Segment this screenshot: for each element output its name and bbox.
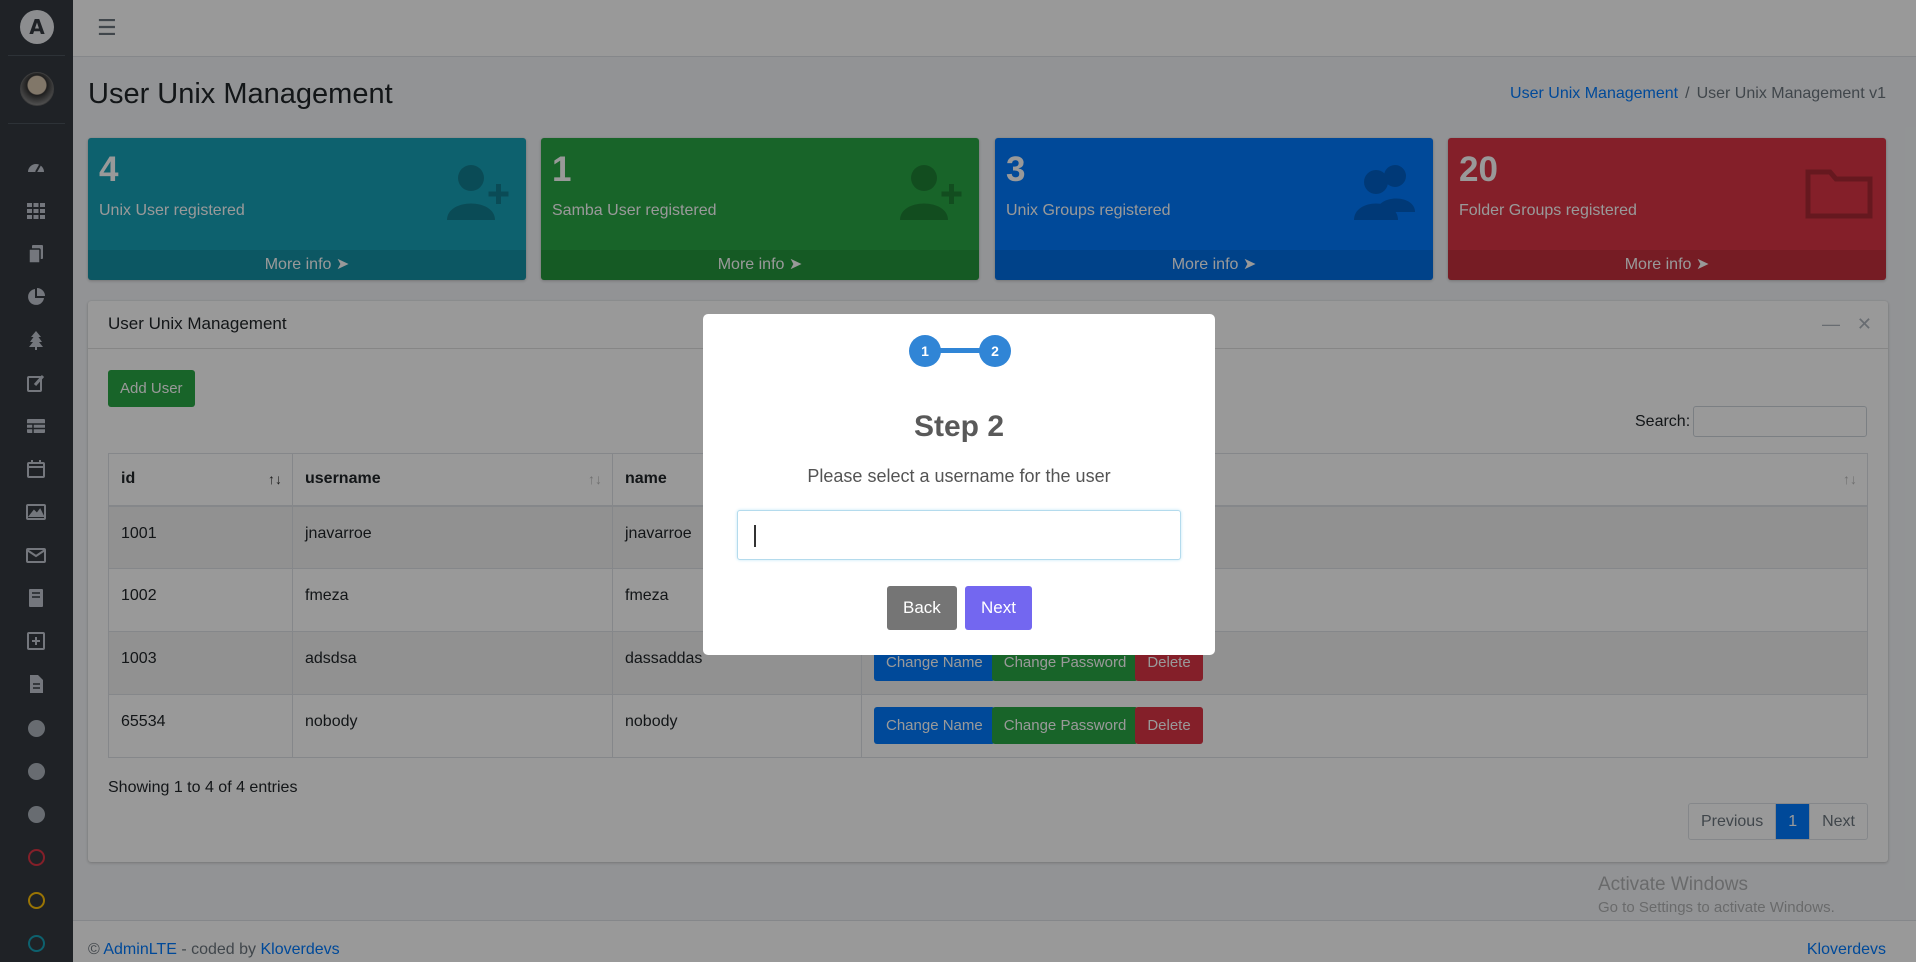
back-button[interactable]: Back (887, 586, 957, 630)
text-caret (754, 525, 756, 547)
modal-title: Step 2 (913, 410, 1005, 443)
step-indicator-2: 2 (979, 335, 1011, 367)
modal-text: Please select a username for the user (807, 466, 1111, 486)
wizard-modal: 1 2 Step 2 Please select a username for … (703, 314, 1215, 655)
username-input[interactable] (737, 510, 1181, 560)
next-button[interactable]: Next (965, 586, 1032, 630)
step-indicator-1: 1 (909, 335, 941, 367)
